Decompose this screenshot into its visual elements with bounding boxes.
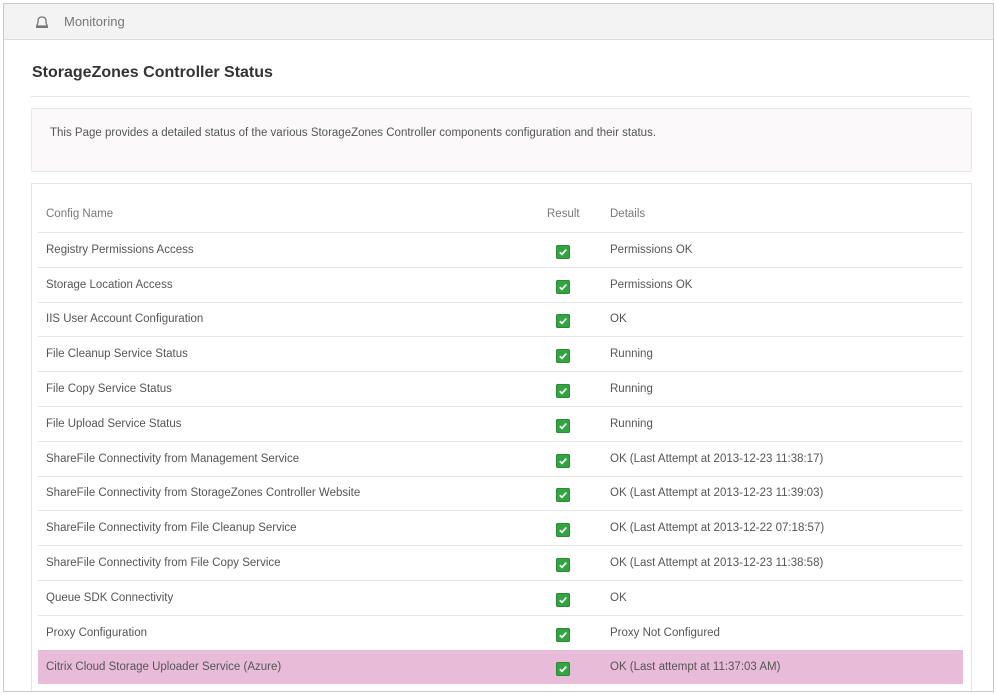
result-cell	[547, 345, 610, 364]
top-bar: Monitoring	[4, 4, 993, 40]
details-cell: Running	[610, 383, 653, 396]
table-row: Citrix Cloud Storage Uploader Service (A…	[38, 649, 963, 685]
result-cell	[547, 310, 610, 329]
details-cell: Proxy Not Configured	[610, 626, 720, 639]
details-cell: Running	[610, 348, 653, 361]
check-icon	[556, 314, 570, 329]
check-icon	[556, 662, 570, 677]
header-config-name: Config Name	[46, 208, 114, 220]
result-cell	[547, 589, 610, 607]
result-cell	[547, 554, 610, 573]
check-icon	[556, 592, 570, 607]
table-body: Registry Permissions Access Permissions O…	[38, 232, 963, 685]
table-row: File Cleanup Service Status Running	[38, 336, 963, 371]
info-box: This Page provides a detailed status of …	[31, 108, 972, 172]
result-cell	[547, 415, 610, 433]
details-cell: OK (Last Attempt at 2013-12-23 11:39:03)	[610, 487, 824, 500]
table-row: Storage Location Access Permissions OK	[38, 266, 963, 302]
config-name-cell: File Cleanup Service Status	[46, 348, 188, 361]
table-row: ShareFile Connectivity from StorageZones…	[38, 475, 963, 511]
details-cell: OK	[610, 313, 627, 326]
check-icon	[556, 627, 570, 642]
config-name-cell: ShareFile Connectivity from File Cleanup…	[46, 522, 297, 535]
table-row: ShareFile Connectivity from File Copy Se…	[38, 545, 963, 580]
result-cell	[547, 519, 610, 538]
details-cell: Permissions OK	[610, 278, 693, 291]
result-cell	[547, 276, 610, 294]
status-window: Monitoring StorageZones Controller Statu…	[3, 3, 994, 692]
check-icon	[556, 418, 570, 433]
config-name-cell: ShareFile Connectivity from Management S…	[46, 452, 300, 465]
table-row: ShareFile Connectivity from Management S…	[38, 440, 963, 476]
breadcrumb-monitoring[interactable]: Monitoring	[64, 14, 125, 29]
status-table: Config Name Result Details Registry Perm…	[38, 196, 963, 685]
table-row: ShareFile Connectivity from File Cleanup…	[38, 510, 963, 545]
config-name-cell: Queue SDK Connectivity	[46, 591, 174, 604]
table-row: File Copy Service Status Running	[38, 371, 963, 406]
result-cell	[547, 241, 610, 259]
check-icon	[556, 244, 570, 259]
check-icon	[556, 384, 570, 399]
result-cell	[547, 380, 610, 399]
config-name-cell: ShareFile Connectivity from StorageZones…	[46, 487, 361, 500]
config-name-cell: File Upload Service Status	[46, 417, 182, 430]
details-cell: OK (Last Attempt at 2013-12-23 11:38:58)	[610, 557, 824, 570]
result-cell	[547, 658, 610, 677]
config-name-cell: IIS User Account Configuration	[46, 313, 204, 326]
check-icon	[556, 349, 570, 364]
table-header: Config Name Result Details	[38, 196, 963, 232]
check-icon	[556, 279, 570, 294]
title-divider	[31, 96, 969, 97]
details-cell: OK (Last Attempt at 2013-12-22 07:18:57)	[610, 522, 825, 535]
page-title: StorageZones Controller Status	[32, 64, 273, 81]
config-name-cell: Proxy Configuration	[46, 626, 147, 639]
result-cell	[547, 624, 610, 642]
check-icon	[556, 523, 570, 538]
header-details: Details	[610, 208, 646, 220]
info-text: This Page provides a detailed status of …	[50, 127, 657, 139]
table-row: Proxy Configuration Proxy Not Configured	[38, 614, 963, 650]
config-name-cell: File Copy Service Status	[46, 383, 172, 396]
config-name-cell: ShareFile Connectivity from File Copy Se…	[46, 557, 281, 570]
status-panel: Config Name Result Details Registry Perm…	[31, 183, 972, 691]
table-row: File Upload Service Status Running	[38, 405, 963, 441]
table-row: Queue SDK Connectivity OK	[38, 579, 963, 615]
result-cell	[547, 450, 610, 468]
result-cell	[547, 484, 610, 503]
bell-icon	[34, 14, 50, 30]
config-name-cell: Citrix Cloud Storage Uploader Service (A…	[46, 661, 282, 674]
table-row: Registry Permissions Access Permissions O…	[38, 232, 963, 267]
details-cell: OK (Last attempt at 11:37:03 AM)	[610, 661, 781, 674]
table-row: IIS User Account Configuration OK	[38, 301, 963, 337]
details-cell: OK	[610, 591, 627, 604]
check-icon	[556, 488, 570, 503]
header-result: Result	[547, 208, 580, 220]
details-cell: Running	[610, 417, 653, 430]
config-name-cell: Storage Location Access	[46, 278, 173, 291]
check-icon	[556, 453, 570, 468]
check-icon	[556, 558, 570, 573]
config-name-cell: Registry Permissions Access	[46, 243, 194, 256]
details-cell: Permissions OK	[610, 243, 693, 256]
details-cell: OK (Last Attempt at 2013-12-23 11:38:17)	[610, 452, 824, 465]
